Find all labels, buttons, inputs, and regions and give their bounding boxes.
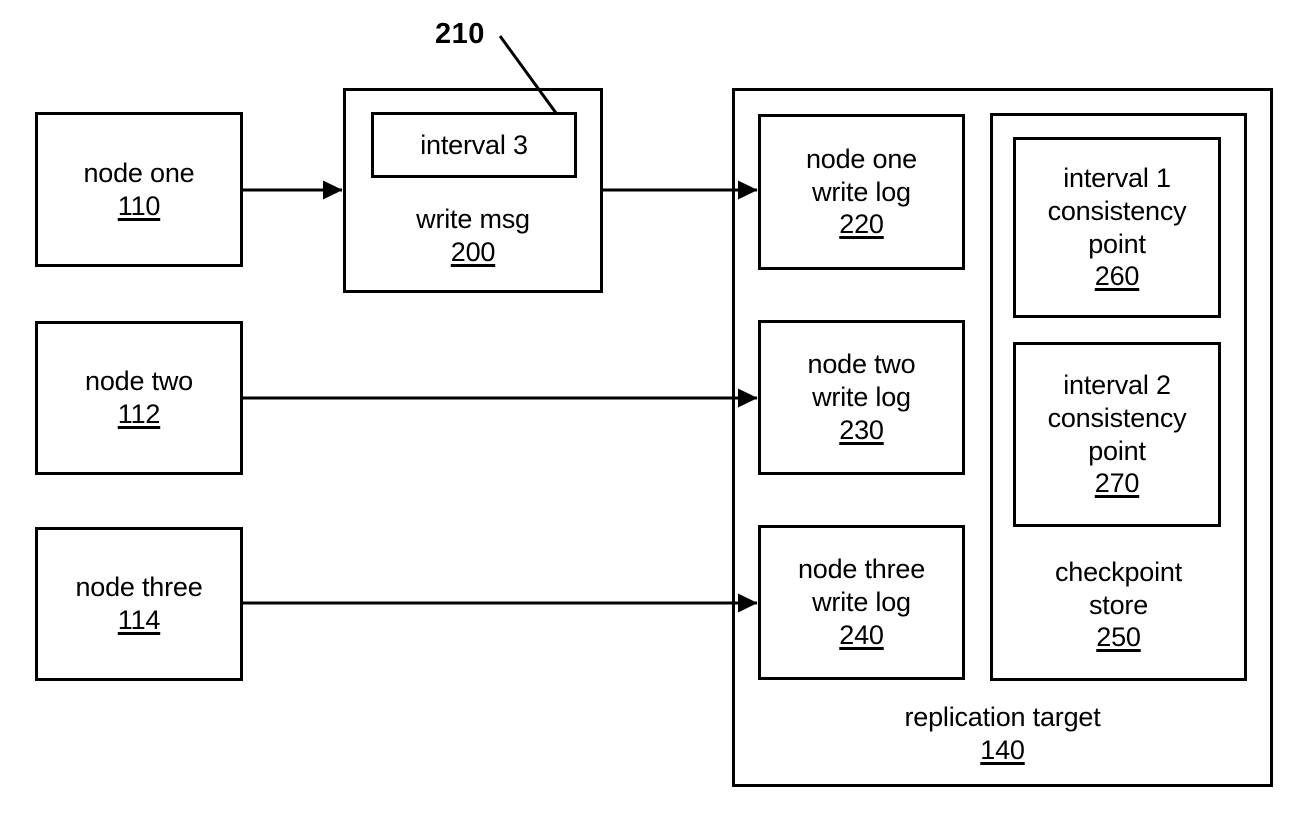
checkpoint-store-label-group: checkpoint store 250: [990, 535, 1247, 675]
write-msg-label: write msg: [416, 204, 530, 235]
interval-1-consistency-point-label-group: interval 1 consistency point 260: [1013, 137, 1221, 318]
node-one-write-log-ref: 220: [839, 209, 884, 240]
interval-2-line3: point: [1088, 435, 1146, 466]
node-two-label-group: node two 112: [35, 321, 243, 475]
node-two-write-log-label-group: node two write log 230: [758, 320, 965, 475]
node-three-write-log-ref: 240: [839, 619, 884, 650]
node-one-label: node one: [83, 157, 195, 188]
node-two-label: node two: [85, 366, 193, 397]
node-two-ref: 112: [117, 399, 161, 429]
node-one-ref: 110: [117, 190, 161, 221]
node-two-write-log-line1: node two: [807, 349, 916, 380]
node-one-write-log-label-group: node one write log 220: [758, 114, 965, 270]
checkpoint-store-label-line2: store: [1088, 589, 1149, 620]
interval-3-label-group: interval 3: [371, 112, 577, 178]
node-three-ref: 114: [117, 605, 161, 635]
replication-target-ref: 140: [980, 734, 1025, 765]
write-msg-ref: 200: [450, 237, 496, 267]
node-one-label-group: node one 110: [35, 112, 243, 267]
node-one-write-log-line2: write log: [812, 176, 911, 207]
checkpoint-store-label-line1: checkpoint: [1054, 556, 1183, 587]
interval-2-line1: interval 2: [1063, 369, 1171, 400]
interval-2-ref: 270: [1094, 468, 1140, 499]
node-two-write-log-line2: write log: [812, 382, 911, 413]
interval-1-line1: interval 1: [1063, 162, 1171, 193]
node-three-label: node three: [75, 572, 203, 603]
node-two-write-log-ref: 230: [839, 414, 884, 445]
replication-target-label-group: replication target 140: [758, 686, 1247, 781]
checkpoint-store-ref: 250: [1096, 622, 1141, 653]
figure-canvas: node one 110 node two 112 node three 114…: [0, 0, 1307, 825]
node-three-write-log-label-group: node three write log 240: [758, 525, 965, 680]
interval-2-consistency-point-label-group: interval 2 consistency point 270: [1013, 342, 1221, 527]
replication-target-label: replication target: [904, 701, 1101, 732]
node-three-write-log-line2: write log: [812, 587, 911, 618]
node-three-write-log-line1: node three: [797, 554, 926, 585]
node-three-label-group: node three 114: [35, 527, 243, 681]
node-one-write-log-line1: node one: [805, 143, 917, 174]
interval-2-line2: consistency: [1047, 402, 1187, 433]
interval-1-line3: point: [1088, 228, 1146, 259]
write-msg-label-group: write msg 200: [343, 186, 603, 286]
interval-1-ref: 260: [1094, 261, 1140, 292]
callout-210-label: 210: [435, 18, 485, 50]
interval-3-label: interval 3: [420, 129, 528, 160]
interval-1-line2: consistency: [1047, 195, 1187, 226]
